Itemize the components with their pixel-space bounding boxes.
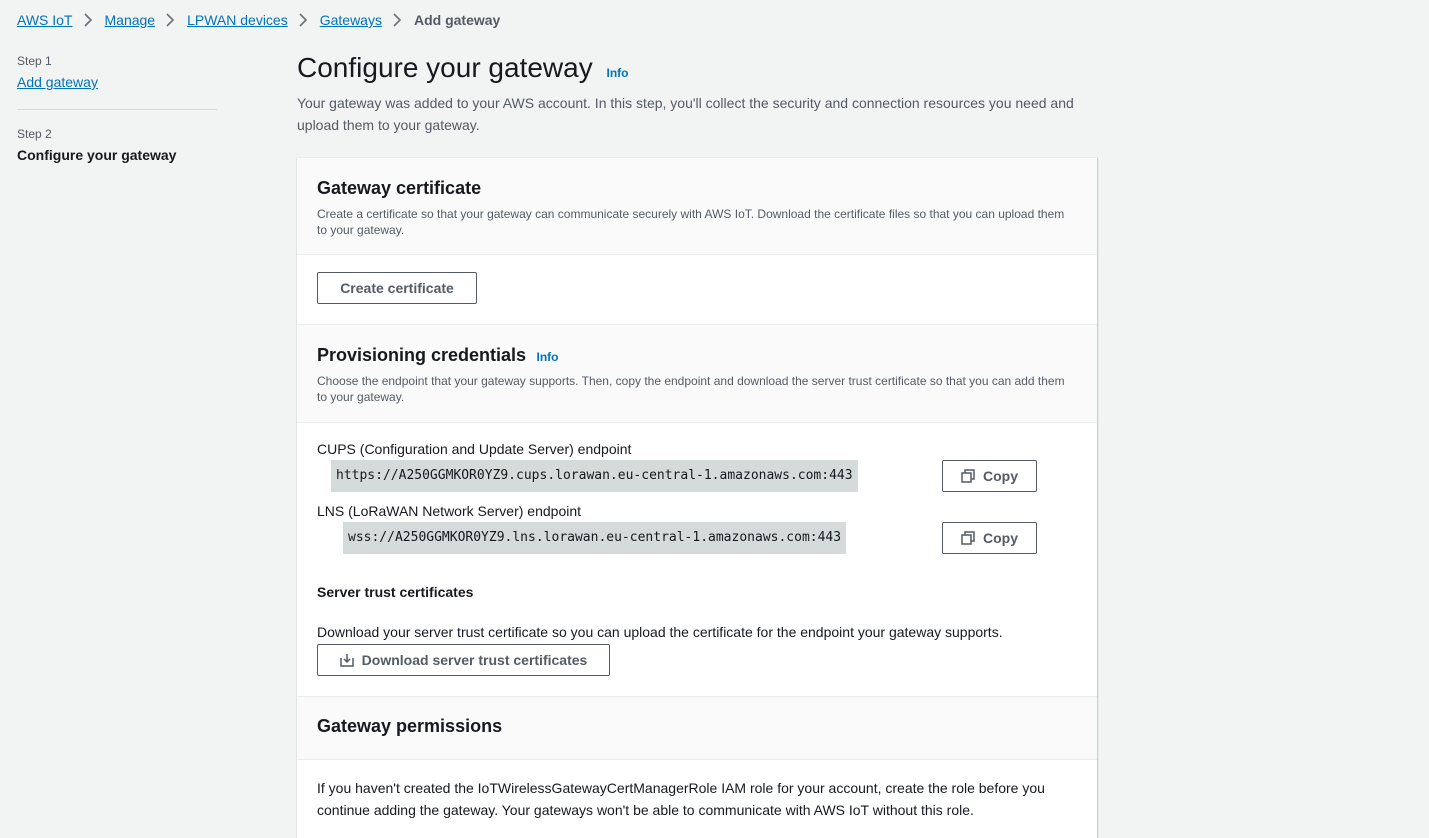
- provisioning-header: Provisioning credentials Info Choose the…: [297, 325, 1097, 423]
- page-title-text: Configure your gateway: [297, 52, 593, 83]
- permissions-title: Gateway permissions: [317, 716, 503, 736]
- download-trust-label: Download server trust certificates: [361, 652, 588, 668]
- download-icon: [339, 653, 354, 667]
- download-trust-certificates-button[interactable]: Download server trust certificates: [317, 644, 610, 676]
- step-2-title: Configure your gateway: [17, 147, 177, 163]
- provisioning-title-row: Provisioning credentials Info: [317, 345, 1077, 366]
- configure-panel: Gateway certificate Create a certificate…: [297, 157, 1097, 838]
- step-2-label: Step 2: [17, 127, 52, 141]
- copy-cups-label: Copy: [983, 468, 1018, 484]
- breadcrumb-gateways[interactable]: Gateways: [320, 12, 382, 28]
- permissions-header: Gateway permissions: [297, 697, 1097, 760]
- provisioning-title: Provisioning credentials: [317, 345, 527, 365]
- step-1-link[interactable]: Add gateway: [17, 74, 98, 90]
- server-trust-description: Download your server trust certificate s…: [317, 624, 1003, 640]
- chevron-right-icon: [166, 12, 176, 28]
- lns-endpoint-value: wss://A250GGMKOR0YZ9.lns.lorawan.eu-cent…: [343, 522, 847, 554]
- permissions-description: If you haven't created the IoTWirelessGa…: [317, 780, 1045, 818]
- copy-lns-button[interactable]: Copy: [942, 522, 1037, 554]
- breadcrumb-lpwan-devices[interactable]: LPWAN devices: [187, 12, 288, 28]
- copy-icon: [961, 531, 975, 545]
- wizard-steps: Step 1 Add gateway Step 2 Configure your…: [17, 54, 217, 163]
- lns-endpoint-label: LNS (LoRaWAN Network Server) endpoint: [317, 503, 582, 519]
- copy-icon: [961, 469, 975, 483]
- step-1-label: Step 1: [17, 54, 52, 68]
- page-description: Your gateway was added to your AWS accou…: [297, 95, 1074, 133]
- breadcrumb-manage[interactable]: Manage: [105, 12, 156, 28]
- create-certificate-label: Create certificate: [340, 280, 454, 296]
- create-certificate-button[interactable]: Create certificate: [317, 272, 477, 304]
- copy-cups-button[interactable]: Copy: [942, 460, 1037, 492]
- cups-endpoint-value: https://A250GGMKOR0YZ9.cups.lorawan.eu-c…: [331, 460, 858, 492]
- chevron-right-icon: [393, 12, 403, 28]
- breadcrumb-aws-iot[interactable]: AWS IoT: [17, 12, 73, 28]
- server-trust-title: Server trust certificates: [317, 584, 474, 600]
- cups-endpoint-label: CUPS (Configuration and Update Server) e…: [317, 441, 632, 457]
- page-title: Configure your gateway Info: [297, 52, 629, 84]
- certificate-description: Create a certificate so that your gatewa…: [317, 207, 1065, 237]
- breadcrumb: AWS IoT Manage LPWAN devices Gateways Ad…: [17, 12, 500, 28]
- page-info-link[interactable]: Info: [607, 66, 629, 80]
- provisioning-description: Choose the endpoint that your gateway su…: [317, 374, 1065, 404]
- chevron-right-icon: [299, 12, 309, 28]
- copy-lns-label: Copy: [983, 530, 1018, 546]
- breadcrumb-current: Add gateway: [413, 12, 501, 28]
- chevron-right-icon: [83, 12, 94, 28]
- certificate-title: Gateway certificate: [317, 178, 482, 198]
- certificate-header: Gateway certificate Create a certificate…: [297, 158, 1097, 255]
- step-divider: [17, 109, 217, 110]
- provisioning-info-link[interactable]: Info: [537, 350, 559, 364]
